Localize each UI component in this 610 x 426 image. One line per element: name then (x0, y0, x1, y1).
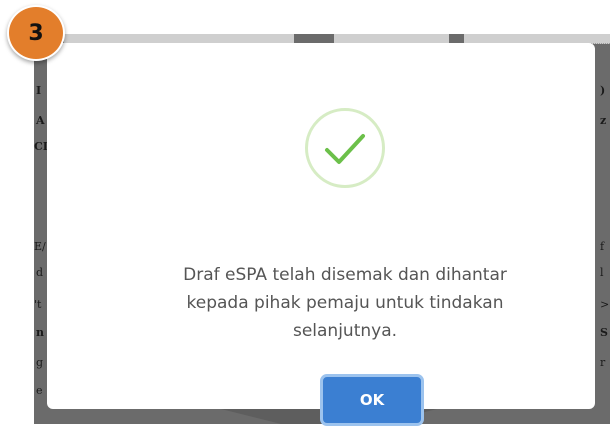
checkmark-icon (325, 134, 365, 164)
document-text-fragment: 't (34, 298, 42, 311)
document-text-fragment: z (600, 114, 607, 127)
document-text-fragment: d (36, 266, 44, 279)
document-text-fragment: ) (600, 84, 606, 97)
document-text-fragment: S (600, 326, 608, 339)
ok-button[interactable]: OK (320, 374, 424, 426)
success-dialog: Draf eSPA telah disemak dan dihantar kep… (47, 43, 595, 426)
document-text-fragment: CI (34, 140, 48, 153)
document-text-fragment: A (36, 114, 45, 127)
document-text-fragment: e (36, 384, 43, 397)
document-text-fragment: I (36, 84, 42, 97)
document-text-fragment: E/ (34, 240, 46, 253)
document-text-fragment: g (36, 356, 44, 369)
document-text-fragment: > (600, 298, 610, 311)
document-text-fragment: n (36, 326, 44, 339)
dialog-message: Draf eSPA telah disemak dan dihantar kep… (183, 265, 507, 341)
document-text-fragment: f (600, 240, 605, 253)
check-circle-icon (305, 108, 385, 188)
step-number-badge: 3 (7, 5, 65, 61)
document-text-fragment: r (600, 356, 606, 369)
document-text-fragment: l (600, 266, 604, 279)
